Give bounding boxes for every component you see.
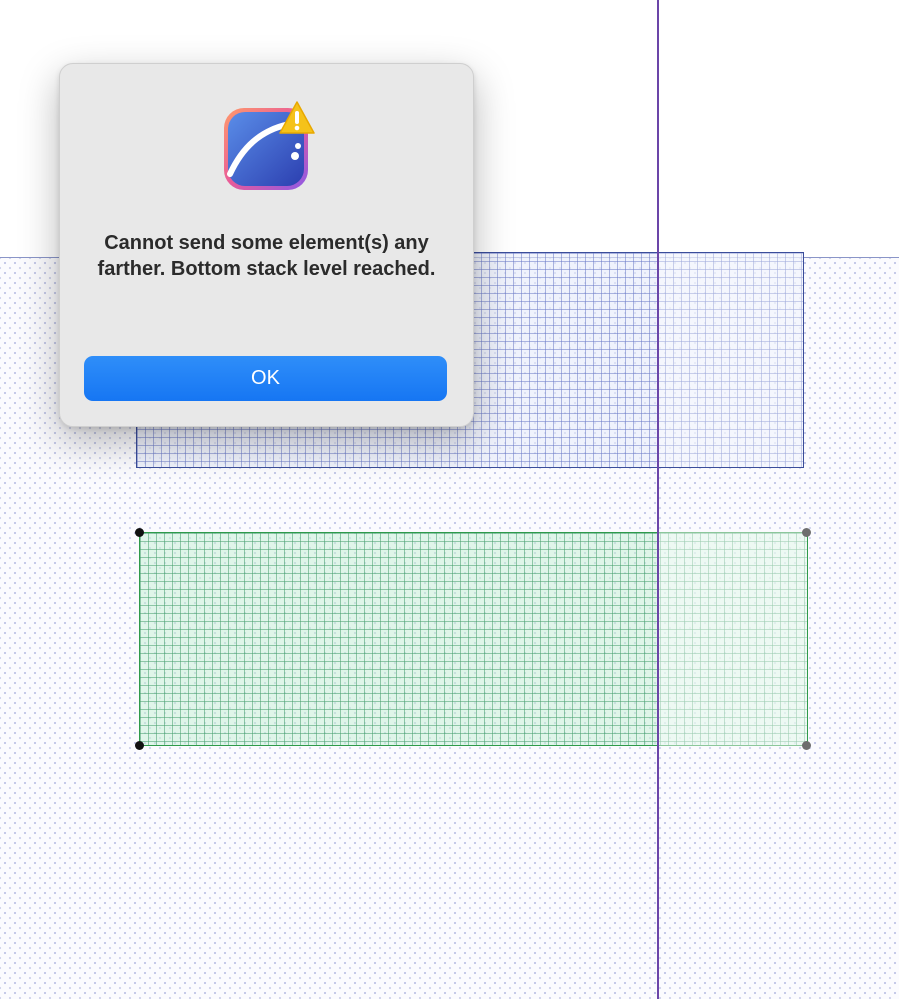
alert-dialog: Cannot send some element(s) any farther.… bbox=[59, 63, 474, 427]
blue-grid-offpage-overlay bbox=[659, 253, 803, 467]
ok-button[interactable]: OK bbox=[84, 356, 447, 401]
vertical-guide-line[interactable] bbox=[657, 0, 659, 999]
selection-handle-bottom-right[interactable] bbox=[802, 741, 811, 750]
selection-handle-bottom-left[interactable] bbox=[135, 741, 144, 750]
dialog-message: Cannot send some element(s) any farther.… bbox=[97, 232, 436, 280]
warning-triangle-icon bbox=[278, 100, 316, 136]
selection-handle-top-right[interactable] bbox=[802, 528, 811, 537]
green-grid-offpage-overlay bbox=[659, 532, 807, 746]
selection-handle-top-left[interactable] bbox=[135, 528, 144, 537]
